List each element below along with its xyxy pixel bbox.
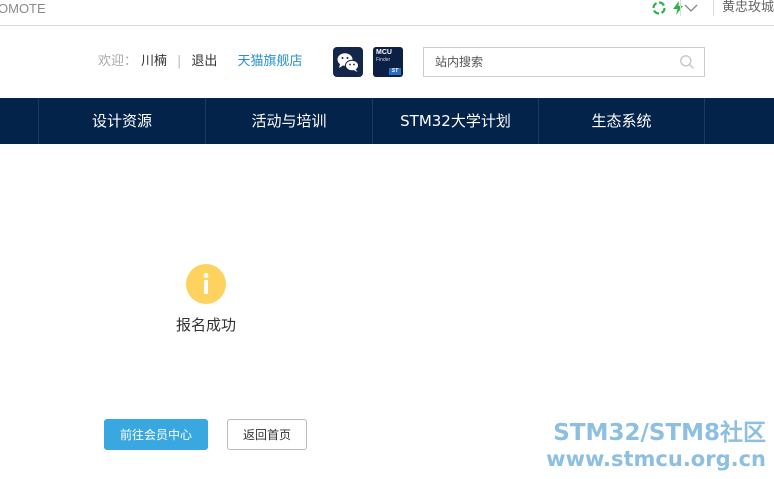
search-icon[interactable] [679,54,695,70]
st-logo: ST [389,68,401,75]
nav-divider [704,98,705,144]
logout-link[interactable]: 退出 [191,54,217,70]
watermark-title: STM32/STM8社区 [553,420,766,446]
mcu-finder-title: MCU [376,49,392,56]
tmall-store-link[interactable]: 天猫旗舰店 [237,54,302,70]
watermark-url: www.stmcu.org.cn [546,447,766,471]
search-box [423,47,705,77]
search-input[interactable] [424,48,675,76]
result-message: 报名成功 [175,316,236,334]
nav-item-ecosystem[interactable]: 生态系统 [538,98,704,144]
member-center-button[interactable]: 前往会员中心 [104,419,208,450]
wechat-button[interactable] [333,47,363,77]
site-watermark: STM32/STM8社区 www.stmcu.org.cn [536,419,766,471]
browser-top-strip: OMOTE 黄忠玫城 [0,0,774,26]
browser-menu-dropdown[interactable] [680,0,700,16]
chevron-down-icon [684,4,698,12]
nav-item-university-program[interactable]: STM32大学计划 [372,98,538,144]
back-home-button[interactable]: 返回首页 [227,419,307,450]
mcu-finder-button[interactable]: MCU Finder ST [373,47,403,77]
browser-profile-name[interactable]: 黄忠玫城 [712,0,774,16]
username-link[interactable]: 川楠 [141,54,167,70]
recycle-icon[interactable] [652,1,666,15]
browser-tab-title[interactable]: OMOTE [0,0,46,18]
nav-item-design-resources[interactable]: 设计资源 [38,98,205,144]
nav-item-events-training[interactable]: 活动与培训 [205,98,372,144]
site-header: 欢迎： 川楠 | 退出 天猫旗舰店 MCU Finder ST [0,26,774,98]
welcome-label: 欢迎： [98,54,138,69]
welcome-bar: 欢迎： 川楠 | 退出 天猫旗舰店 [98,54,302,70]
info-icon [186,264,226,304]
main-nav: 设计资源 活动与培训 STM32大学计划 生态系统 [0,98,774,144]
wechat-icon [337,53,359,72]
mcu-finder-subtitle: Finder [376,57,391,63]
welcome-separator: | [177,54,182,69]
